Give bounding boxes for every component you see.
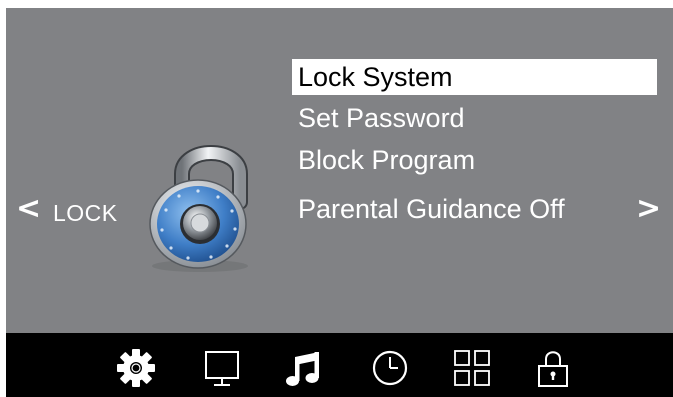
monitor-icon[interactable] <box>200 346 244 390</box>
menu-item-block-program[interactable]: Block Program <box>292 142 657 178</box>
gear-icon[interactable] <box>114 346 158 390</box>
menu-item-parental-guidance[interactable]: Parental Guidance Off <box>292 191 657 227</box>
grid-icon[interactable] <box>450 346 494 390</box>
menu-item-set-password[interactable]: Set Password <box>292 100 657 136</box>
lock-icon[interactable] <box>531 346 575 390</box>
previous-section-arrow[interactable]: < <box>16 194 41 224</box>
combination-padlock-icon <box>149 145 248 272</box>
menu-item-lock-system[interactable]: Lock System <box>292 59 657 95</box>
taskbar <box>6 333 673 397</box>
music-note-icon[interactable] <box>282 346 326 390</box>
osd-screen: < LOCK Lock System Set Password Block Pr… <box>6 8 673 397</box>
clock-icon[interactable] <box>368 346 412 390</box>
next-section-arrow[interactable]: > <box>636 194 661 224</box>
section-label: LOCK <box>53 200 118 226</box>
